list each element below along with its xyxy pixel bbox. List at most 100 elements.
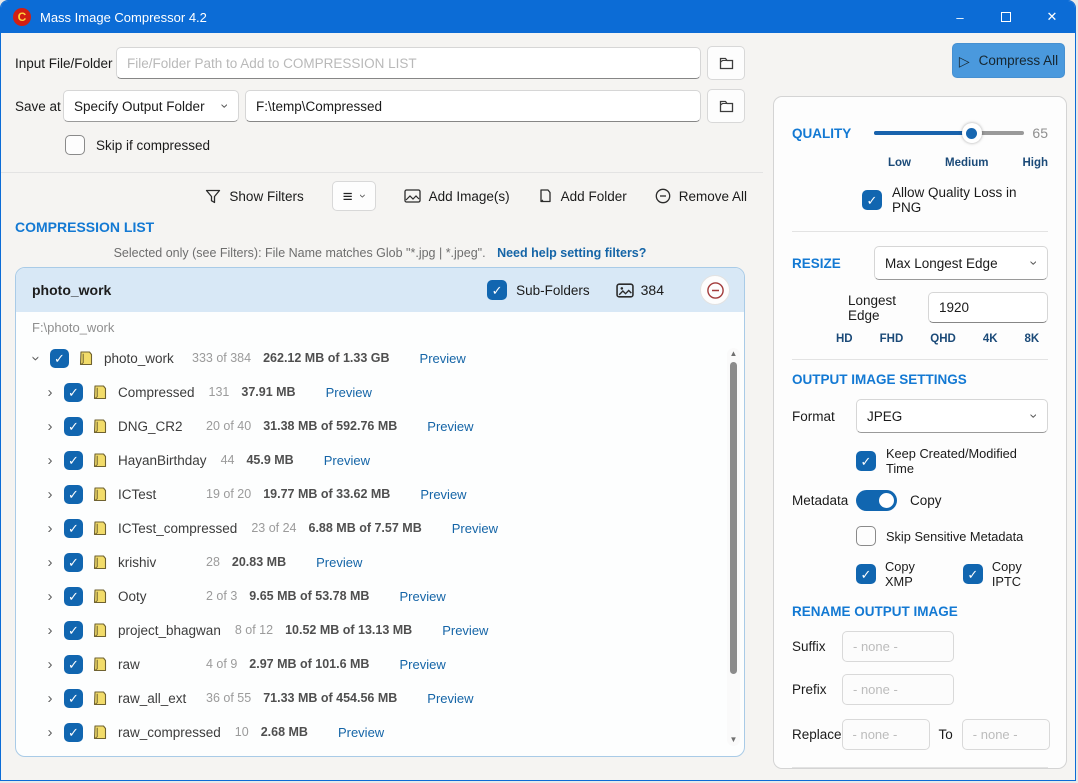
chevron-icon[interactable]: › — [42, 385, 58, 400]
add-images-button[interactable]: Add Image(s) — [404, 189, 510, 204]
row-checkbox[interactable]: ✓ — [64, 383, 83, 402]
copy-xmp-checkbox[interactable]: ✓ — [856, 564, 876, 584]
preview-link[interactable]: Preview — [420, 487, 466, 502]
scroll-up-icon[interactable]: ▲ — [730, 348, 738, 360]
quality-preset-low[interactable]: Low — [888, 157, 911, 169]
folder-name[interactable]: ICTest_compressed — [118, 521, 237, 536]
chevron-icon[interactable]: › — [42, 691, 58, 706]
folder-name[interactable]: raw — [118, 657, 192, 672]
resize-preset-4k[interactable]: 4K — [983, 333, 998, 345]
output-path-field[interactable] — [245, 90, 701, 122]
folder-name[interactable]: project_bhagwan — [118, 623, 221, 638]
folder-name[interactable]: photo_work — [104, 351, 178, 366]
replace-to-field[interactable] — [962, 719, 1050, 750]
chevron-icon[interactable]: › — [42, 487, 58, 502]
chevron-icon[interactable]: › — [29, 350, 44, 366]
minimize-button[interactable]: – — [937, 1, 983, 33]
preview-link[interactable]: Preview — [452, 521, 498, 536]
preview-link[interactable]: Preview — [442, 623, 488, 638]
chevron-icon[interactable]: › — [42, 453, 58, 468]
chevron-icon[interactable]: › — [42, 521, 58, 536]
folder-name[interactable]: Compressed — [118, 385, 195, 400]
resize-preset-hd[interactable]: HD — [836, 333, 853, 345]
preview-link[interactable]: Preview — [326, 385, 372, 400]
copy-iptc-checkbox[interactable]: ✓ — [963, 564, 983, 584]
chevron-icon[interactable]: › — [42, 589, 58, 604]
folder-icon — [91, 384, 109, 400]
quality-preset-medium[interactable]: Medium — [945, 157, 988, 169]
row-checkbox[interactable]: ✓ — [64, 587, 83, 606]
folder-icon — [538, 188, 553, 204]
row-checkbox[interactable]: ✓ — [64, 485, 83, 504]
scrollbar-thumb[interactable] — [730, 362, 737, 674]
row-checkbox[interactable]: ✓ — [64, 655, 83, 674]
png-quality-loss-checkbox[interactable]: ✓ — [862, 190, 882, 210]
folder-name[interactable]: Ooty — [118, 589, 192, 604]
folder-name[interactable]: raw_compressed — [118, 725, 221, 740]
slider-thumb[interactable] — [962, 123, 982, 143]
remove-all-button[interactable]: Remove All — [655, 188, 747, 204]
chevron-down-icon: › — [219, 104, 233, 109]
longest-edge-field[interactable] — [928, 292, 1048, 323]
scroll-down-icon[interactable]: ▼ — [730, 734, 738, 746]
format-dropdown[interactable]: JPEG › — [856, 399, 1048, 433]
resize-preset-8k[interactable]: 8K — [1025, 333, 1040, 345]
remove-group-button[interactable] — [700, 275, 730, 305]
preview-link[interactable]: Preview — [399, 657, 445, 672]
skip-if-compressed-checkbox[interactable] — [65, 135, 85, 155]
row-checkbox[interactable]: ✓ — [64, 689, 83, 708]
replace-from-field[interactable] — [842, 719, 930, 750]
preview-link[interactable]: Preview — [324, 453, 370, 468]
chevron-icon[interactable]: › — [42, 555, 58, 570]
row-checkbox[interactable]: ✓ — [64, 519, 83, 538]
keep-time-label: Keep Created/Modified Time — [886, 446, 1048, 476]
tree-scrollbar[interactable]: ▲ ▼ — [727, 348, 740, 746]
row-checkbox[interactable]: ✓ — [64, 723, 83, 742]
input-path-field[interactable] — [116, 47, 701, 79]
filter-funnel-icon — [205, 189, 221, 204]
metadata-label: Metadata — [792, 493, 856, 508]
quality-preset-high[interactable]: High — [1022, 157, 1048, 169]
skip-sensitive-checkbox[interactable] — [856, 526, 876, 546]
maximize-button[interactable] — [983, 1, 1029, 33]
show-filters-button[interactable]: Show Filters — [205, 189, 303, 204]
group-image-count: 384 — [641, 282, 664, 298]
browse-output-button[interactable] — [707, 89, 745, 123]
compress-all-button[interactable]: ▷ Compress All — [952, 43, 1065, 78]
list-menu-button[interactable]: ≡ › — [332, 181, 376, 211]
preview-link[interactable]: Preview — [399, 589, 445, 604]
preview-link[interactable]: Preview — [427, 419, 473, 434]
folder-name[interactable]: raw_all_ext — [118, 691, 192, 706]
suffix-field[interactable] — [842, 631, 954, 662]
browse-input-button[interactable] — [707, 46, 745, 80]
subfolders-checkbox[interactable]: ✓ — [487, 280, 507, 300]
folder-name[interactable]: DNG_CR2 — [118, 419, 192, 434]
prefix-field[interactable] — [842, 674, 954, 705]
metadata-toggle[interactable] — [856, 490, 897, 511]
resize-preset-fhd[interactable]: FHD — [880, 333, 904, 345]
folder-name[interactable]: krishiv — [118, 555, 192, 570]
resize-preset-qhd[interactable]: QHD — [930, 333, 956, 345]
filter-help-link[interactable]: Need help setting filters? — [497, 246, 646, 260]
close-button[interactable]: ✕ — [1029, 1, 1075, 33]
row-checkbox[interactable]: ✓ — [64, 553, 83, 572]
folder-name[interactable]: ICTest — [118, 487, 192, 502]
chevron-icon[interactable]: › — [42, 725, 58, 740]
output-folder-dropdown[interactable]: Specify Output Folder › — [63, 90, 239, 122]
chevron-icon[interactable]: › — [42, 419, 58, 434]
add-folder-button[interactable]: Add Folder — [538, 188, 627, 204]
preview-link[interactable]: Preview — [316, 555, 362, 570]
row-checkbox[interactable]: ✓ — [64, 621, 83, 640]
resize-mode-dropdown[interactable]: Max Longest Edge › — [874, 246, 1048, 280]
row-checkbox[interactable]: ✓ — [64, 417, 83, 436]
keep-time-checkbox[interactable]: ✓ — [856, 451, 876, 471]
preview-link[interactable]: Preview — [338, 725, 384, 740]
chevron-icon[interactable]: › — [42, 657, 58, 672]
folder-name[interactable]: HayanBirthday — [118, 453, 207, 468]
preview-link[interactable]: Preview — [420, 351, 466, 366]
row-checkbox[interactable]: ✓ — [64, 451, 83, 470]
row-checkbox[interactable]: ✓ — [50, 349, 69, 368]
chevron-icon[interactable]: › — [42, 623, 58, 638]
preview-link[interactable]: Preview — [427, 691, 473, 706]
quality-slider[interactable] — [874, 123, 1024, 143]
